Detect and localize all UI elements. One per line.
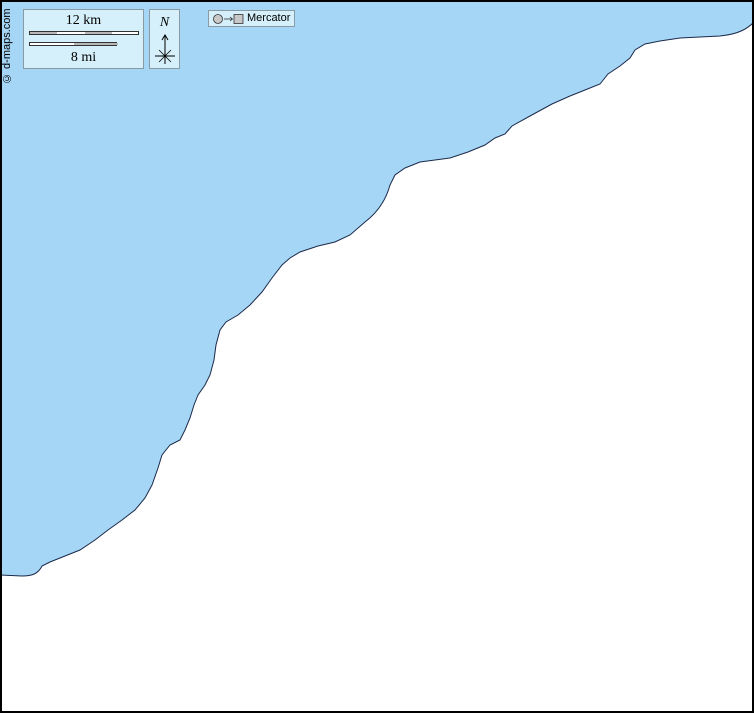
compass-icon (155, 34, 175, 64)
scale-bar-box: 12 km 8 mi (23, 9, 144, 69)
scale-km-bar (29, 31, 139, 35)
projection-label: Mercator (247, 12, 291, 24)
projection-icon (213, 14, 244, 24)
projection-badge: Mercator (208, 10, 295, 27)
north-arrow-box: N (149, 9, 180, 69)
scale-mi-bar (29, 42, 118, 46)
credit-text: © d-maps.com (1, 8, 13, 84)
map-canvas (0, 0, 754, 713)
scale-km-label: 12 km (65, 13, 102, 28)
north-label: N (159, 15, 170, 30)
scale-mi-label: 8 mi (70, 50, 97, 65)
